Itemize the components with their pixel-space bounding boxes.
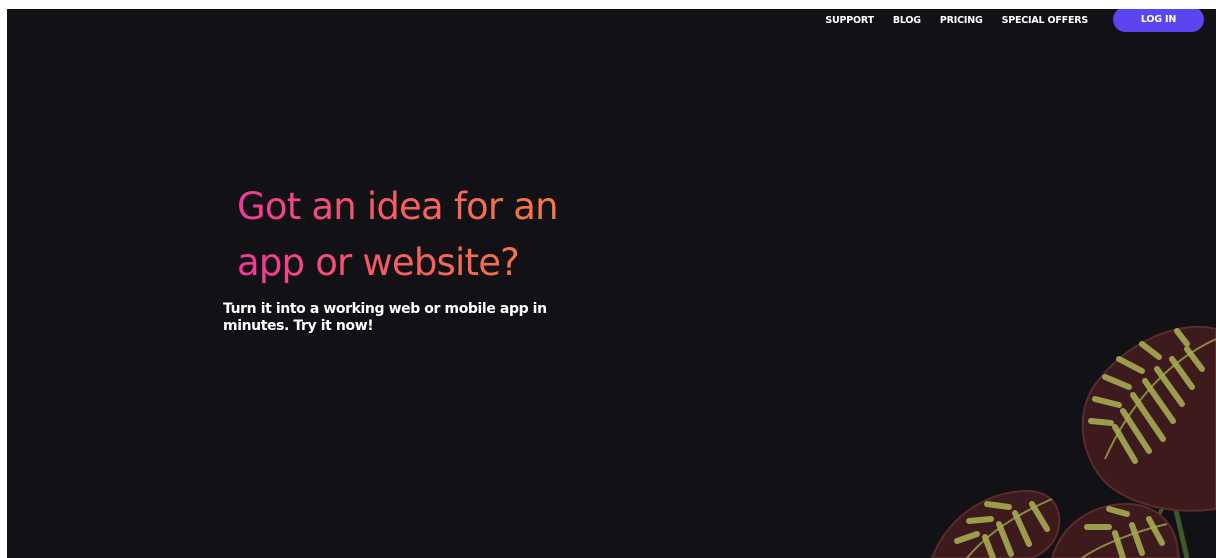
page-viewport: SUPPORT BLOG PRICING SPECIAL OFFERS LOG … xyxy=(7,9,1216,558)
nav-link-pricing[interactable]: PRICING xyxy=(940,15,983,26)
nav-link-blog[interactable]: BLOG xyxy=(893,15,921,26)
nav-link-support[interactable]: SUPPORT xyxy=(825,15,874,26)
nav-link-special-offers[interactable]: SPECIAL OFFERS xyxy=(1002,15,1089,26)
login-button[interactable]: LOG IN xyxy=(1113,9,1204,32)
top-navigation: SUPPORT BLOG PRICING SPECIAL OFFERS LOG … xyxy=(825,9,1204,32)
hero-title: Got an idea for an app or website? xyxy=(237,179,617,291)
hero-subtitle: Turn it into a working web or mobile app… xyxy=(223,301,547,334)
calathea-plant-illustration xyxy=(930,325,1216,558)
